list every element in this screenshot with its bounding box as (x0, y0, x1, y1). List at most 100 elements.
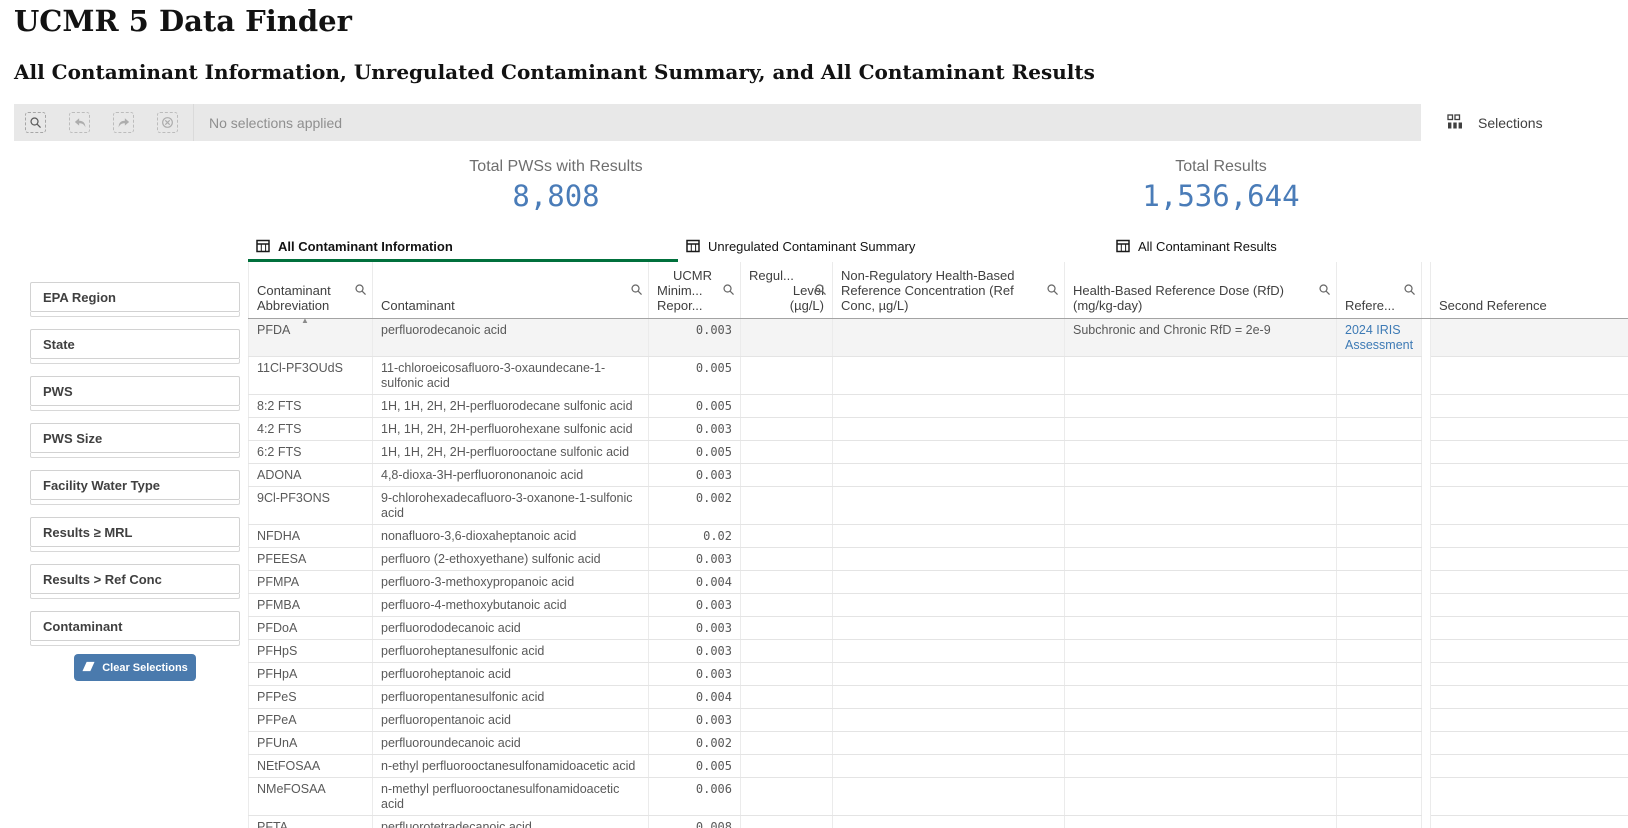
cell-name[interactable]: nonafluoro-3,6-dioxaheptanoic acid (372, 524, 649, 548)
cell-mrl[interactable]: 0.02 (648, 524, 741, 548)
cell-abbr[interactable]: PFDoA (248, 616, 373, 640)
search-icon[interactable] (814, 283, 827, 299)
cell-mrl[interactable]: 0.004 (648, 685, 741, 709)
cell-rfd[interactable] (1064, 570, 1337, 594)
cell-reg_level[interactable] (740, 463, 833, 487)
cell-reg_level[interactable] (740, 417, 833, 441)
cell-second_reference[interactable] (1430, 754, 1628, 778)
cell-reference[interactable] (1336, 639, 1422, 663)
cell-name[interactable]: 1H, 1H, 2H, 2H-perfluorooctane sulfonic … (372, 440, 649, 464)
clear-all-selections-icon[interactable] (157, 112, 178, 133)
reference-link[interactable]: 2024 IRIS Assessment (1345, 323, 1413, 352)
cell-reference[interactable] (1336, 593, 1422, 617)
cell-second_reference[interactable] (1430, 570, 1628, 594)
cell-reg_level[interactable] (740, 708, 833, 732)
table-scrollbar-track[interactable] (1421, 463, 1431, 486)
cell-abbr[interactable]: 8:2 FTS (248, 394, 373, 418)
cell-mrl[interactable]: 0.003 (648, 639, 741, 663)
table-scrollbar-track[interactable] (1421, 754, 1431, 777)
cell-second_reference[interactable] (1430, 662, 1628, 686)
cell-second_reference[interactable] (1430, 394, 1628, 418)
cell-name[interactable]: 4,8-dioxa-3H-perfluorononanoic acid (372, 463, 649, 487)
cell-reference[interactable] (1336, 417, 1422, 441)
search-icon[interactable] (1046, 283, 1059, 299)
cell-ref_conc[interactable] (832, 440, 1065, 464)
cell-name[interactable]: perfluorotetradecanoic acid (372, 815, 649, 828)
cell-reg_level[interactable] (740, 440, 833, 464)
column-header-reference[interactable]: Refere... (1336, 262, 1422, 319)
cell-mrl[interactable]: 0.002 (648, 731, 741, 755)
cell-abbr[interactable]: PFDA (248, 318, 373, 357)
cell-reference[interactable]: 2024 IRIS Assessment (1336, 318, 1422, 357)
cell-mrl[interactable]: 0.003 (648, 708, 741, 732)
cell-rfd[interactable] (1064, 708, 1337, 732)
table-scrollbar-track[interactable] (1421, 593, 1431, 616)
table-scrollbar-track[interactable] (1421, 547, 1431, 570)
cell-abbr[interactable]: PFMBA (248, 593, 373, 617)
cell-reg_level[interactable] (740, 754, 833, 778)
cell-ref_conc[interactable] (832, 754, 1065, 778)
search-icon[interactable] (354, 283, 367, 299)
column-header-rfd[interactable]: Health-Based Reference Dose (RfD) (mg/kg-… (1064, 262, 1337, 319)
cell-name[interactable]: 1H, 1H, 2H, 2H-perfluorohexane sulfonic … (372, 417, 649, 441)
cell-second_reference[interactable] (1430, 639, 1628, 663)
column-header-reg_level[interactable]: Regul... Level (µg/L) (740, 262, 833, 319)
cell-second_reference[interactable] (1430, 356, 1628, 395)
cell-name[interactable]: perfluoro-4-methoxybutanoic acid (372, 593, 649, 617)
filter-pws-size[interactable]: PWS Size (30, 423, 240, 458)
cell-ref_conc[interactable] (832, 547, 1065, 571)
tab-all-contaminant-results[interactable]: All Contaminant Results (1108, 233, 1538, 262)
table-scrollbar-track[interactable] (1421, 356, 1431, 394)
cell-rfd[interactable] (1064, 815, 1337, 828)
table-scrollbar-track[interactable] (1421, 639, 1431, 662)
cell-reference[interactable] (1336, 524, 1422, 548)
cell-rfd[interactable] (1064, 662, 1337, 686)
cell-rfd[interactable] (1064, 486, 1337, 525)
cell-name[interactable]: 9-chlorohexadecafluoro-3-oxanone-1-sulfo… (372, 486, 649, 525)
cell-rfd[interactable] (1064, 639, 1337, 663)
cell-ref_conc[interactable] (832, 570, 1065, 594)
cell-abbr[interactable]: PFUnA (248, 731, 373, 755)
cell-name[interactable]: perfluoropentanoic acid (372, 708, 649, 732)
clear-selections-button[interactable]: Clear Selections (74, 654, 196, 681)
table-scrollbar-track[interactable] (1421, 708, 1431, 731)
cell-second_reference[interactable] (1430, 417, 1628, 441)
cell-name[interactable]: perfluoropentanesulfonic acid (372, 685, 649, 709)
cell-reg_level[interactable] (740, 524, 833, 548)
cell-reg_level[interactable] (740, 777, 833, 816)
search-icon[interactable] (722, 283, 735, 299)
cell-second_reference[interactable] (1430, 616, 1628, 640)
cell-rfd[interactable] (1064, 394, 1337, 418)
cell-rfd[interactable] (1064, 593, 1337, 617)
cell-ref_conc[interactable] (832, 616, 1065, 640)
cell-abbr[interactable]: 4:2 FTS (248, 417, 373, 441)
cell-second_reference[interactable] (1430, 731, 1628, 755)
column-header-ref_conc[interactable]: Non-Regulatory Health-Based Reference Con… (832, 262, 1065, 319)
cell-ref_conc[interactable] (832, 708, 1065, 732)
table-scrollbar-track[interactable] (1421, 570, 1431, 593)
cell-reference[interactable] (1336, 394, 1422, 418)
cell-name[interactable]: n-ethyl perfluorooctanesulfonamidoacetic… (372, 754, 649, 778)
step-forward-icon[interactable] (113, 112, 134, 133)
cell-abbr[interactable]: NEtFOSAA (248, 754, 373, 778)
cell-rfd[interactable] (1064, 685, 1337, 709)
cell-name[interactable]: n-methyl perfluorooctanesulfonamidoaceti… (372, 777, 649, 816)
cell-mrl[interactable]: 0.004 (648, 570, 741, 594)
cell-mrl[interactable]: 0.003 (648, 547, 741, 571)
cell-abbr[interactable]: PFPeS (248, 685, 373, 709)
cell-reg_level[interactable] (740, 318, 833, 357)
filter-pws[interactable]: PWS (30, 376, 240, 411)
cell-abbr[interactable]: PFHpA (248, 662, 373, 686)
table-scrollbar-track[interactable] (1421, 777, 1431, 815)
cell-rfd[interactable] (1064, 417, 1337, 441)
cell-mrl[interactable]: 0.003 (648, 662, 741, 686)
cell-reference[interactable] (1336, 777, 1422, 816)
table-scrollbar-track[interactable] (1421, 815, 1431, 828)
cell-abbr[interactable]: NMeFOSAA (248, 777, 373, 816)
cell-rfd[interactable] (1064, 731, 1337, 755)
cell-reference[interactable] (1336, 570, 1422, 594)
cell-ref_conc[interactable] (832, 394, 1065, 418)
cell-reg_level[interactable] (740, 685, 833, 709)
cell-reg_level[interactable] (740, 356, 833, 395)
cell-ref_conc[interactable] (832, 318, 1065, 357)
